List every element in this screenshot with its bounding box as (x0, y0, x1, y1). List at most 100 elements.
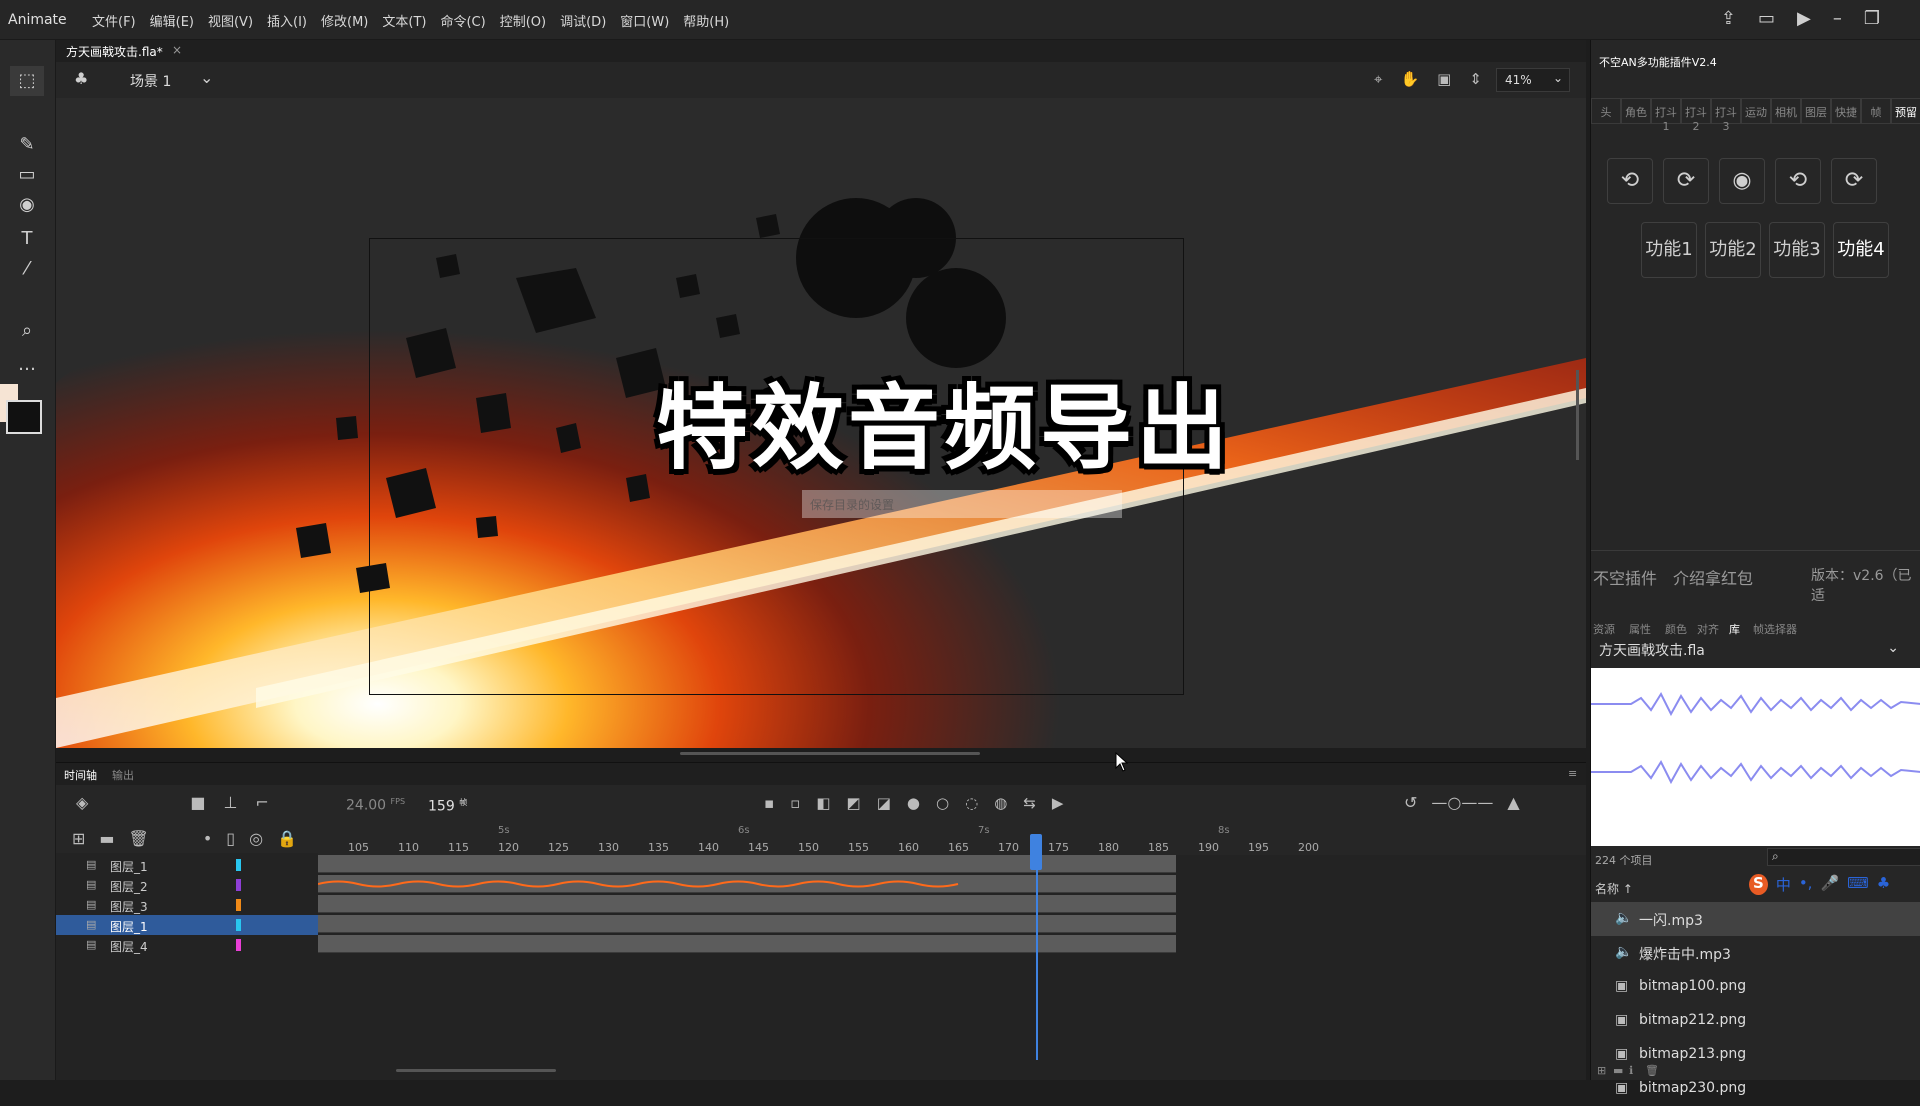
hide-icon[interactable]: ◎ (249, 829, 263, 848)
tab-output[interactable]: 输出 (112, 767, 134, 783)
more-tools-icon[interactable]: … (10, 350, 44, 380)
menu-help[interactable]: 帮助(H) (683, 11, 729, 30)
free-transform-icon[interactable]: ⬚ (10, 66, 44, 96)
tab-library[interactable]: 库 (1729, 621, 1740, 637)
stage-horizontal-scrollbar[interactable] (680, 752, 980, 755)
plugin-tab[interactable]: 帧 (1861, 98, 1891, 124)
mic-icon[interactable]: 🎤 (1820, 874, 1839, 895)
scene-label[interactable]: 场景 1 (130, 71, 171, 91)
tab-color[interactable]: 颜色 (1665, 621, 1687, 637)
loop-icon[interactable]: ⇆ (1023, 794, 1036, 812)
plugin-tab[interactable]: 快捷 (1831, 98, 1861, 124)
eyedropper-icon[interactable]: ⁄ (10, 254, 44, 284)
menu-window[interactable]: 窗口(W) (620, 11, 669, 30)
loop-icon[interactable]: ⟲ (1607, 158, 1653, 204)
layer-row[interactable]: ▤ 图层_4 (56, 935, 318, 955)
new-folder-icon[interactable]: ▬ (1613, 1064, 1623, 1077)
plugin-name-link[interactable]: 不空插件 (1593, 565, 1657, 589)
menu-debug[interactable]: 调试(D) (560, 11, 606, 30)
blank-keyframe-icon[interactable]: ▫ (790, 794, 800, 812)
menu-edit[interactable]: 编辑(E) (150, 11, 194, 30)
reverse-icon[interactable]: ⟲ (1775, 158, 1821, 204)
stage-vertical-scrollbar[interactable] (1576, 370, 1579, 460)
frame-icon[interactable]: ◧ (816, 794, 830, 812)
share-icon[interactable]: ⇪ (1721, 8, 1736, 29)
frame-span[interactable] (318, 855, 1176, 873)
plugin-tab[interactable]: 打斗2 (1681, 98, 1711, 133)
plugin-tab[interactable]: 运动 (1741, 98, 1771, 124)
hand-icon[interactable]: ✋ (1400, 70, 1419, 88)
layer-row-selected[interactable]: ▤ 图层_1 (56, 915, 318, 935)
delete-icon[interactable]: 🗑 (129, 829, 149, 848)
close-icon[interactable]: × (172, 43, 182, 57)
library-name-header[interactable]: 名称 ↑ (1595, 880, 1633, 897)
parenting-icon[interactable]: ⊥ (223, 793, 237, 812)
frame-span-audio[interactable] (317, 875, 1176, 893)
rotate-icon[interactable]: ⇕ (1469, 70, 1482, 88)
center-stage-icon[interactable]: ⌖ (1374, 70, 1382, 88)
tab-timeline[interactable]: 时间轴 (64, 767, 97, 783)
frame-width-slider[interactable]: —○—— (1431, 793, 1493, 812)
function-4-button[interactable]: 功能4 (1833, 222, 1889, 278)
menu-insert[interactable]: 插入(I) (267, 11, 307, 30)
frame-grid[interactable] (317, 855, 1586, 955)
plugin-tab[interactable]: 打斗3 (1711, 98, 1741, 133)
brush-icon[interactable]: ✎ (10, 130, 44, 160)
menu-modify[interactable]: 修改(M) (321, 11, 368, 30)
outline-icon[interactable]: ▯ (226, 829, 235, 848)
tab-align[interactable]: 对齐 (1697, 621, 1719, 637)
graph-icon[interactable]: ⌐ (255, 793, 268, 812)
clip-icon[interactable]: ▣ (1437, 70, 1451, 88)
layers-icon[interactable]: ◈ (76, 793, 88, 812)
plugin-intro-link[interactable]: 介绍拿红包 (1673, 565, 1753, 589)
new-layer-icon[interactable]: ⊞ (72, 829, 85, 848)
layer-row[interactable]: ▤ 图层_1 (56, 855, 318, 875)
onion-skin-icon[interactable]: ● (907, 794, 920, 812)
mountain-icon[interactable]: ▲ (1507, 793, 1519, 812)
camera-icon[interactable]: ■ (190, 793, 205, 812)
layer-row[interactable]: ▤ 图层_2 (56, 875, 318, 895)
menu-text[interactable]: 文本(T) (382, 11, 426, 30)
reset-zoom-icon[interactable]: ↺ (1404, 793, 1417, 812)
plugin-tab[interactable]: 打斗1 (1651, 98, 1681, 133)
insert-keyframe-icon[interactable]: ▪ (764, 794, 774, 812)
edit-multiple-icon[interactable]: ◌ (965, 794, 978, 812)
pingpong-icon[interactable]: ⟳ (1663, 158, 1709, 204)
skin-icon[interactable]: ♣ (1877, 874, 1890, 895)
tween-icon[interactable]: ◩ (847, 794, 861, 812)
play-icon[interactable]: ▶ (1052, 794, 1064, 812)
edit-symbol-icon[interactable]: ♣ (74, 69, 88, 88)
function-3-button[interactable]: 功能3 (1769, 222, 1825, 278)
frame-span[interactable] (318, 935, 1176, 953)
play-once-icon[interactable]: ◉ (1719, 158, 1765, 204)
properties-icon[interactable]: ℹ (1629, 1064, 1633, 1077)
onion-outline-icon[interactable]: ○ (936, 794, 949, 812)
plugin-tab-active[interactable]: 预留 (1891, 98, 1920, 124)
ime-lang[interactable]: 中 (1776, 874, 1791, 895)
document-tab[interactable]: 方天画戟攻击.fla* (66, 43, 163, 60)
timeline-horizontal-scrollbar[interactable] (396, 1069, 556, 1072)
library-search-input[interactable]: ⌕ (1767, 848, 1920, 866)
stroke-color-swatch[interactable] (6, 400, 42, 434)
tab-properties[interactable]: 属性 (1629, 621, 1651, 637)
playhead-handle[interactable] (1030, 834, 1042, 870)
workspace-icon[interactable]: ▭ (1758, 8, 1775, 29)
frame-ruler[interactable]: 5s 6s 7s 8s 105 110 115 120 125 130 135 … (318, 823, 1586, 855)
plugin-tab[interactable]: 角色 (1621, 98, 1651, 124)
onion-range-icon[interactable]: ◍ (994, 794, 1007, 812)
function-2-button[interactable]: 功能2 (1705, 222, 1761, 278)
frame-span[interactable] (318, 895, 1176, 913)
library-item[interactable]: ▣ bitmap100.png (1591, 970, 1920, 1004)
asset-warp-icon[interactable]: ◉ (10, 190, 44, 220)
library-item[interactable]: 🔈 一闪.mp3 (1591, 902, 1920, 936)
zoom-select[interactable]: 41% ⌄ (1496, 68, 1570, 92)
punctuation-icon[interactable]: •, (1799, 874, 1813, 895)
chevron-down-icon[interactable]: ⌄ (200, 68, 213, 87)
library-item[interactable]: ▣ bitmap212.png (1591, 1004, 1920, 1038)
new-symbol-icon[interactable]: ⊞ (1597, 1064, 1606, 1077)
text-tool-icon[interactable]: T (10, 224, 44, 254)
minimize-icon[interactable]: – (1833, 8, 1842, 29)
library-file-select[interactable]: 方天画戟攻击.fla ⌄ (1599, 640, 1899, 662)
function-1-button[interactable]: 功能1 (1641, 222, 1697, 278)
menu-control[interactable]: 控制(O) (500, 11, 546, 30)
